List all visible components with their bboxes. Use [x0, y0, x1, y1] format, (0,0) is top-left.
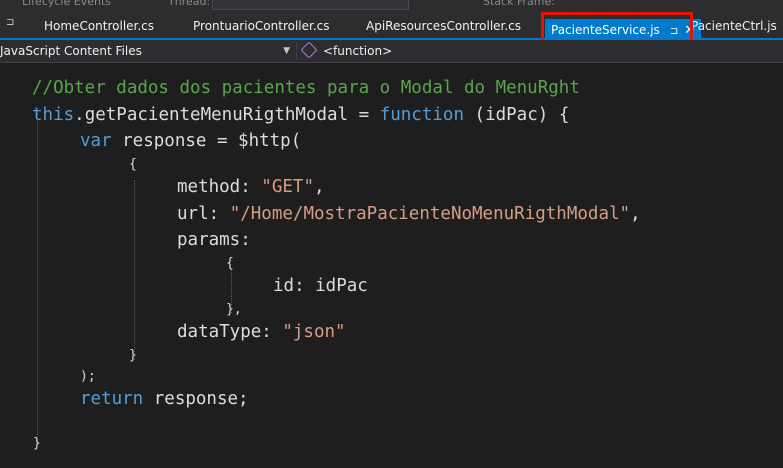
code-line: {: [226, 256, 234, 271]
stack-frame-label: Stack Frame:: [483, 0, 555, 8]
code-line: url: "/Home/MostraPacienteNoMenuRigthMod…: [177, 204, 641, 224]
code-editor[interactable]: //Obter dados dos pacientes para o Modal…: [0, 63, 783, 468]
code-line: return response;: [80, 389, 249, 409]
code-line: {: [129, 157, 137, 172]
code-line: dataType: "json": [177, 322, 346, 342]
indent-guide: [37, 113, 38, 445]
code-line: //Obter dados dos pacientes para o Modal…: [32, 78, 580, 98]
code-line: method: "GET",: [177, 177, 325, 197]
divider: [296, 42, 297, 60]
code-line: id: idPac: [273, 276, 368, 296]
tab-label: HomeController.cs: [44, 19, 155, 33]
indent-guide: [134, 180, 135, 360]
tab-apiresourcescontroller[interactable]: ApiResourcesController.cs: [366, 16, 521, 36]
function-icon: [300, 41, 318, 59]
member-dropdown[interactable]: <function>: [300, 40, 392, 62]
tab-label: PacienteCtrl.js: [691, 19, 777, 33]
code-line: params:: [177, 230, 251, 250]
pin-icon[interactable]: ⊐: [6, 17, 14, 28]
code-line: },: [226, 302, 242, 317]
chevron-down-icon: ▼: [283, 46, 290, 56]
lifecycle-events-label[interactable]: Lifecycle Events: [22, 0, 111, 8]
project-dropdown-label: JavaScript Content Files: [0, 44, 142, 58]
code-line: );: [80, 369, 96, 384]
tab-label: ProntuarioController.cs: [193, 19, 330, 33]
tab-homecontroller[interactable]: HomeController.cs: [44, 16, 154, 36]
code-line: this.getPacienteMenuRigthModal = functio…: [32, 105, 570, 125]
tab-label: ApiResourcesController.cs: [366, 19, 522, 33]
thread-label: Thread:: [168, 0, 211, 8]
code-line: }: [33, 436, 41, 451]
navigation-bar: JavaScript Content Files ▼ <function>: [0, 40, 783, 63]
debug-toolbar: Lifecycle Events Thread: Stack Frame:: [0, 0, 783, 10]
tab-prontuariocontroller[interactable]: ProntuarioController.cs: [193, 16, 330, 36]
project-dropdown[interactable]: JavaScript Content Files ▼: [0, 40, 294, 62]
member-dropdown-label: <function>: [323, 44, 393, 58]
tab-pacientectrl[interactable]: PacienteCtrl.js: [691, 16, 777, 36]
code-line: }: [129, 348, 137, 363]
code-line: var response = $http(: [80, 131, 302, 151]
thread-dropdown[interactable]: [212, 0, 409, 10]
